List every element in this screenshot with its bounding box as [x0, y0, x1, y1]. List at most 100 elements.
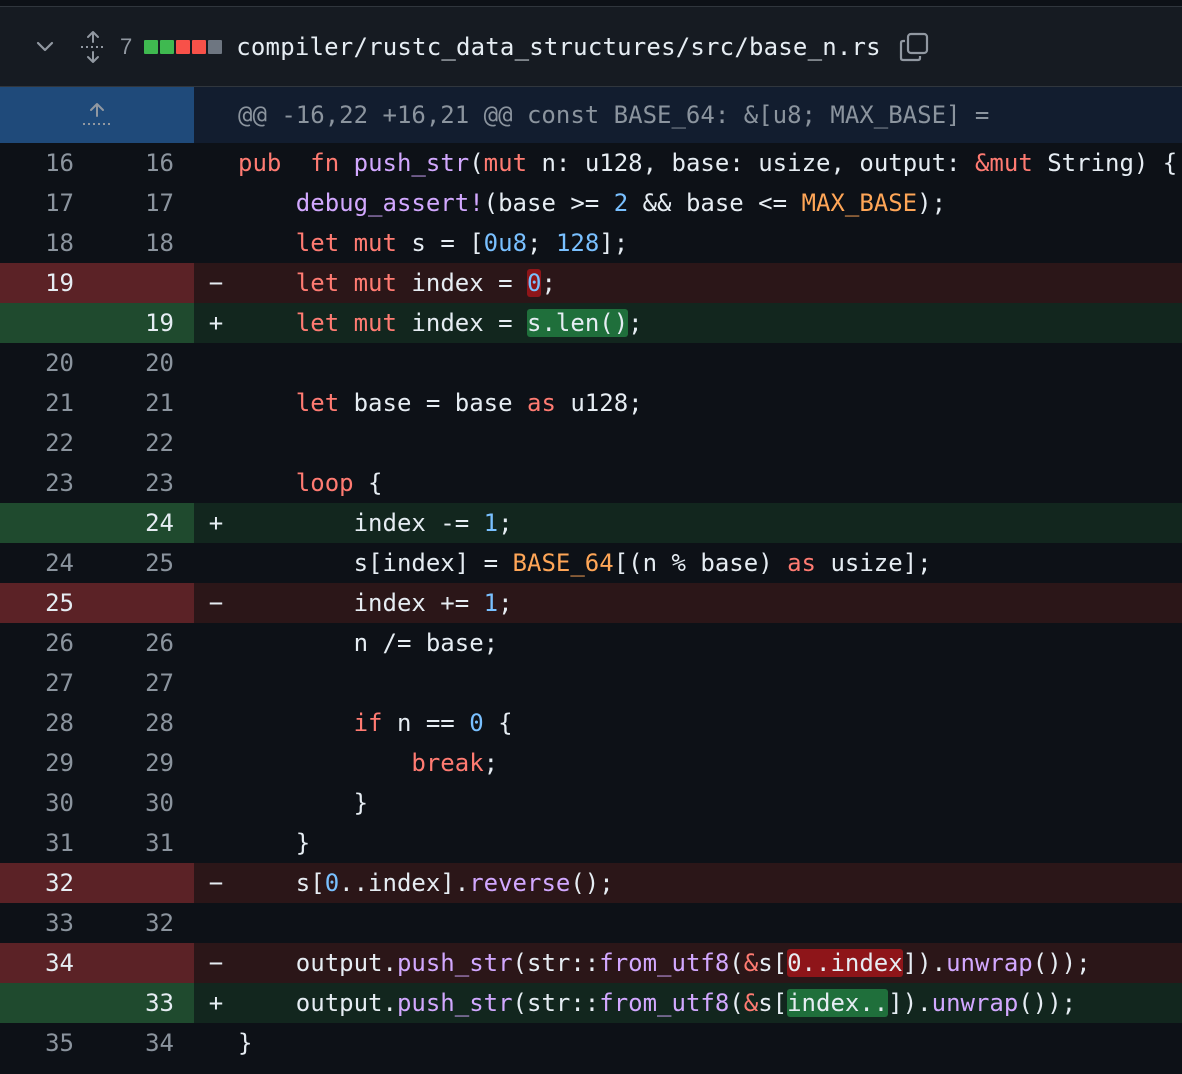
- code-text: }: [238, 1023, 1182, 1063]
- old-line-number[interactable]: 25: [0, 583, 94, 623]
- old-line-number[interactable]: 34: [0, 943, 94, 983]
- old-line-number[interactable]: 35: [0, 1023, 94, 1063]
- old-line-number[interactable]: 24: [0, 543, 94, 583]
- deleted-line: 25 − index += 1;: [0, 583, 1182, 623]
- code-token: pub: [238, 149, 282, 177]
- new-line-number[interactable]: 27: [94, 663, 194, 703]
- new-line-number[interactable]: [94, 863, 194, 903]
- old-line-number[interactable]: 27: [0, 663, 94, 703]
- new-line-number[interactable]: [94, 583, 194, 623]
- deleted-line: 34 − output.push_str(str::from_utf8(&s[0.…: [0, 943, 1182, 983]
- code-token: ();: [570, 869, 614, 897]
- diff-sign: [194, 143, 238, 183]
- new-line-number[interactable]: 16: [94, 143, 194, 183]
- new-line-number[interactable]: 29: [94, 743, 194, 783]
- copy-icon[interactable]: [897, 30, 931, 64]
- expand-up-button[interactable]: [0, 87, 194, 143]
- old-line-number[interactable]: 18: [0, 223, 94, 263]
- file-path[interactable]: compiler/rustc_data_structures/src/base_…: [236, 33, 881, 61]
- new-line-number[interactable]: 28: [94, 703, 194, 743]
- old-line-number[interactable]: 28: [0, 703, 94, 743]
- code-token: ());: [1018, 989, 1077, 1017]
- old-line-number[interactable]: 32: [0, 863, 94, 903]
- new-line-number[interactable]: 23: [94, 463, 194, 503]
- old-line-number[interactable]: 29: [0, 743, 94, 783]
- new-line-number[interactable]: 24: [94, 503, 194, 543]
- context-line: 35 34}: [0, 1023, 1182, 1063]
- diff-sign: [194, 623, 238, 663]
- code-token: s = [: [396, 229, 484, 257]
- context-line: 24 25 s[index] = BASE_64[(n % base) as us…: [0, 543, 1182, 583]
- code-token: MAX_BASE: [801, 189, 918, 217]
- diff-sign: −: [208, 869, 224, 897]
- old-line-number[interactable]: 21: [0, 383, 94, 423]
- diffstat-square: [176, 39, 191, 54]
- code-token: 1: [483, 589, 499, 617]
- old-line-number[interactable]: [0, 303, 94, 343]
- code-text: debug_assert!(base >= 2 && base <= MAX_B…: [238, 183, 1182, 223]
- new-line-number[interactable]: 34: [94, 1023, 194, 1063]
- code-token: mut: [353, 309, 397, 337]
- new-line-number[interactable]: 33: [94, 983, 194, 1023]
- old-line-number[interactable]: 22: [0, 423, 94, 463]
- diff-sign: +: [208, 509, 224, 537]
- code-text: if n == 0 {: [238, 703, 1182, 743]
- code-token: index =: [396, 309, 528, 337]
- diff-sign: −: [208, 269, 224, 297]
- old-line-number[interactable]: 16: [0, 143, 94, 183]
- code-token: n: u128, base: usize, output:: [527, 149, 975, 177]
- code-text: break;: [238, 743, 1182, 783]
- old-line-number[interactable]: 33: [0, 903, 94, 943]
- expand-all-icon[interactable]: [78, 30, 108, 64]
- new-line-number[interactable]: 20: [94, 343, 194, 383]
- old-line-number[interactable]: 20: [0, 343, 94, 383]
- old-line-number[interactable]: 31: [0, 823, 94, 863]
- code-token: push_str: [396, 989, 513, 1017]
- old-line-number[interactable]: 26: [0, 623, 94, 663]
- new-line-number[interactable]: [94, 943, 194, 983]
- code-token: unwrap: [946, 949, 1033, 977]
- collapse-chevron-icon[interactable]: [34, 36, 56, 58]
- code-token: 1: [483, 509, 499, 537]
- new-line-number[interactable]: 21: [94, 383, 194, 423]
- new-line-number[interactable]: 17: [94, 183, 194, 223]
- code-token: fn: [310, 149, 340, 177]
- code-token: from_utf8: [599, 949, 730, 977]
- added-line: 19 + let mut index = s.len();: [0, 303, 1182, 343]
- code-token: index +=: [353, 589, 484, 617]
- new-line-number[interactable]: 26: [94, 623, 194, 663]
- new-line-number[interactable]: 19: [94, 303, 194, 343]
- deleted-line: 19 − let mut index = 0;: [0, 263, 1182, 303]
- diff-sign: [194, 383, 238, 423]
- code-token: {: [483, 709, 513, 737]
- code-text: s[0..index].reverse();: [238, 863, 1182, 903]
- diffstat-square: [144, 39, 159, 54]
- old-line-number[interactable]: [0, 503, 94, 543]
- new-line-number[interactable]: 18: [94, 223, 194, 263]
- old-line-number[interactable]: [0, 983, 94, 1023]
- new-line-number[interactable]: 31: [94, 823, 194, 863]
- code-token: );: [917, 189, 947, 217]
- diff-sign: −: [208, 589, 224, 617]
- diff-sign: [194, 463, 238, 503]
- code-token: {: [353, 469, 383, 497]
- old-line-number[interactable]: 30: [0, 783, 94, 823]
- new-line-number[interactable]: 25: [94, 543, 194, 583]
- new-line-number[interactable]: 32: [94, 903, 194, 943]
- code-text: let mut index = s.len();: [238, 303, 1182, 343]
- code-text: output.push_str(str::from_utf8(&s[0..ind…: [238, 943, 1182, 983]
- old-line-number[interactable]: 17: [0, 183, 94, 223]
- old-line-number[interactable]: 23: [0, 463, 94, 503]
- code-token: }: [295, 829, 311, 857]
- diffstat-bar: [144, 39, 223, 54]
- code-token: 128: [555, 229, 600, 257]
- code-token: ;: [498, 589, 513, 617]
- new-line-number[interactable]: [94, 263, 194, 303]
- code-token: mut: [353, 229, 397, 257]
- new-line-number[interactable]: 30: [94, 783, 194, 823]
- old-line-number[interactable]: 19: [0, 263, 94, 303]
- new-line-number[interactable]: 22: [94, 423, 194, 463]
